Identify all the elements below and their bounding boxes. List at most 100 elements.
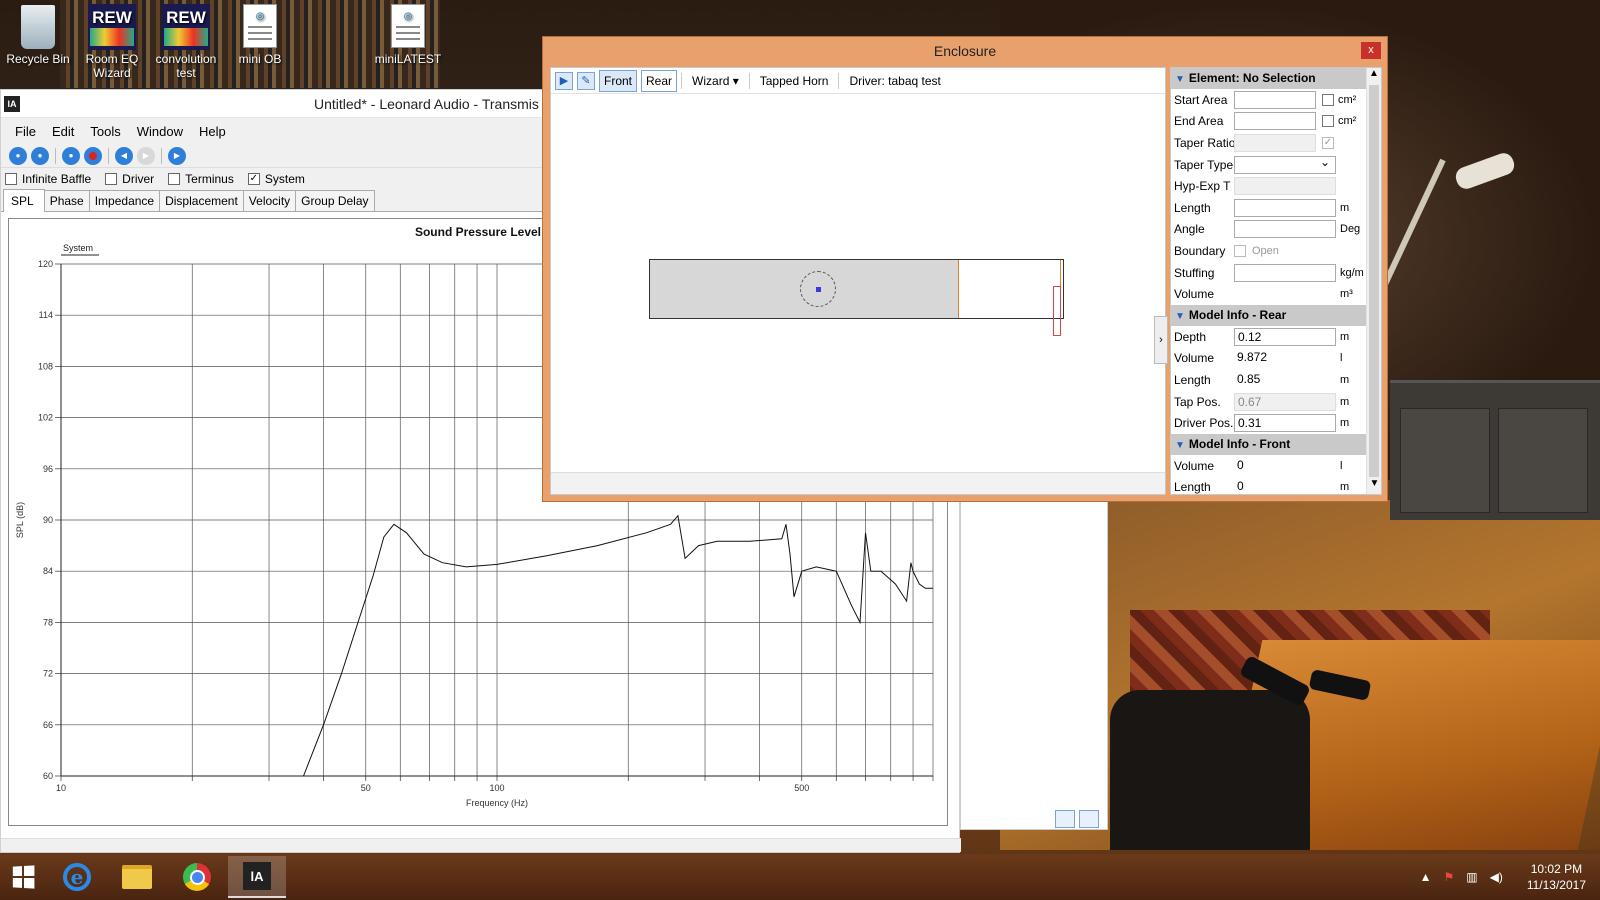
volume-value [1234,285,1336,303]
checkmark-icon[interactable]: ✓ [1322,136,1334,149]
desktop-icon-minilatest[interactable]: ◎ miniLATEST [370,4,446,66]
menu-file[interactable]: File [7,124,44,139]
prop-length: Length m [1171,197,1367,219]
action-center-flag-icon[interactable]: ⚑ [1443,870,1454,884]
rear-tap-pos: Tap Pos. 0.67 m [1171,391,1367,413]
end-area-input[interactable] [1234,112,1316,131]
length-input[interactable] [1234,198,1336,217]
checkbox-box[interactable] [5,173,17,185]
prop-unit: kg/m [1340,266,1364,279]
checkbox-box[interactable] [1322,93,1334,106]
wrench-icon[interactable]: ✎ [577,71,595,90]
start-button[interactable] [0,854,46,900]
enclosure-type[interactable]: Tapped Horn [754,74,835,88]
driver-pos-input[interactable]: 0.31 [1234,414,1336,433]
back-icon[interactable]: ◀ [115,146,133,165]
wizard-dropdown[interactable]: Wizard ▾ [686,74,745,88]
section-model-rear[interactable]: ▼ Model Info - Rear [1171,304,1367,326]
speaker-icon[interactable]: ◀) [1490,870,1503,884]
network-icon[interactable]: ▥ [1466,870,1477,884]
record-active-icon[interactable] [84,146,102,165]
vertical-scrollbar[interactable]: ▲ ▼ [1366,68,1381,494]
checkbox-box[interactable] [1322,115,1334,128]
tap-pos-input[interactable]: 0.67 [1234,392,1336,411]
section-model-front[interactable]: ▼ Model Info - Front [1171,433,1367,455]
hyp-exp-input[interactable] [1234,177,1336,196]
rear-button[interactable]: Rear [641,69,678,92]
taskbar-chrome[interactable] [168,856,226,898]
image-view-icon[interactable] [1079,810,1099,828]
taper-ratio-input[interactable] [1234,133,1316,152]
checkbox-system[interactable]: ✓ System [247,172,305,186]
desktop-icon-mini-ob[interactable]: ◎ mini OB [222,4,298,66]
menu-edit[interactable]: Edit [44,124,82,139]
enclosure-shape[interactable] [649,259,1064,319]
enclosure-chamber[interactable] [650,260,959,318]
new-file-icon[interactable]: ● [9,146,27,165]
menu-window[interactable]: Window [129,124,191,139]
forward-icon[interactable]: ▶ [137,146,155,165]
checkbox-driver[interactable]: Driver [105,172,154,186]
scroll-up-icon[interactable]: ▲ [1367,68,1381,84]
open-file-icon[interactable]: ● [31,146,49,165]
play-icon[interactable]: ▶ [555,71,573,90]
checkmark-icon[interactable]: ✓ [247,173,260,185]
menu-help[interactable]: Help [191,124,234,139]
menu-tools[interactable]: Tools [82,124,128,139]
stuffing-input[interactable] [1234,263,1336,282]
chevron-up-icon[interactable]: ▲ [1420,870,1432,884]
record-icon[interactable]: ● [62,146,80,165]
tab-phase[interactable]: Phase [43,190,90,211]
checkbox-label: Infinite Baffle [22,172,92,186]
tab-velocity[interactable]: Velocity [242,190,297,211]
enclosure-canvas[interactable]: › [551,94,1168,474]
prop-unit: cm² [1338,93,1357,106]
depth-input[interactable]: 0.12 [1234,327,1336,346]
checkbox-terminus[interactable]: Terminus [168,172,234,186]
collapse-triangle-icon: ▼ [1175,310,1185,322]
section-title: Model Info - Front [1188,436,1291,451]
taskbar-internet-explorer[interactable]: e [48,856,106,898]
front-button[interactable]: Front [599,69,638,92]
clock[interactable]: 10:02 PM 11/13/2017 [1527,861,1586,893]
checkbox-box[interactable] [1234,244,1246,257]
play-icon[interactable]: ▶ [168,146,186,165]
toolbar-separator [161,147,162,164]
taskbar-leonard-audio[interactable]: lA [228,856,286,898]
start-area-input[interactable] [1234,90,1316,109]
checkbox-infinite-baffle[interactable]: Infinite Baffle [5,172,91,186]
taper-type-select[interactable] [1234,154,1336,174]
close-button[interactable]: x [1361,42,1381,59]
angle-input[interactable] [1234,220,1336,239]
boundary-open-label: Open [1252,244,1279,257]
x-tick-label: 500 [794,783,809,793]
list-view-icon[interactable] [1055,810,1075,828]
prop-unit: Deg [1340,223,1361,236]
scroll-thumb[interactable] [1369,85,1379,477]
horizontal-scrollbar[interactable] [551,472,1165,494]
tab-displacement[interactable]: Displacement [159,190,244,211]
taskbar-file-explorer[interactable] [108,856,166,898]
enclosure-window: Enclosure x ▶ ✎ Front Rear Wizard ▾ Tapp… [542,36,1388,502]
driver-label[interactable]: Driver: tabaq test [843,74,946,88]
prop-unit: m [1340,330,1350,343]
tap-marker[interactable] [1053,286,1061,336]
checkbox-box[interactable] [105,173,118,185]
prop-unit: m [1340,395,1350,408]
prop-angle: Angle Deg [1171,219,1367,241]
desktop-icon-room-eq-wizard[interactable]: REW Room EQ Wizard [74,4,150,80]
desktop-icon-recycle-bin[interactable]: Recycle Bin [0,4,76,66]
section-element[interactable]: ▼ Element: No Selection [1171,68,1367,89]
prop-label: Angle [1174,222,1205,237]
scroll-down-icon[interactable]: ▼ [1367,478,1381,494]
desktop-icon-label: convolution test [155,52,217,80]
app-logo-icon: lA [4,95,20,112]
tab-spl[interactable]: SPL [3,189,45,212]
tab-impedance[interactable]: Impedance [88,190,161,211]
y-tick-label: 72 [43,669,53,679]
tab-group-delay[interactable]: Group Delay [295,190,375,211]
expand-panel-button[interactable]: › [1154,316,1168,364]
driver-marker[interactable] [800,271,836,307]
checkbox-box[interactable] [168,173,181,185]
desktop-icon-convolution-test[interactable]: REW convolution test [148,4,224,80]
